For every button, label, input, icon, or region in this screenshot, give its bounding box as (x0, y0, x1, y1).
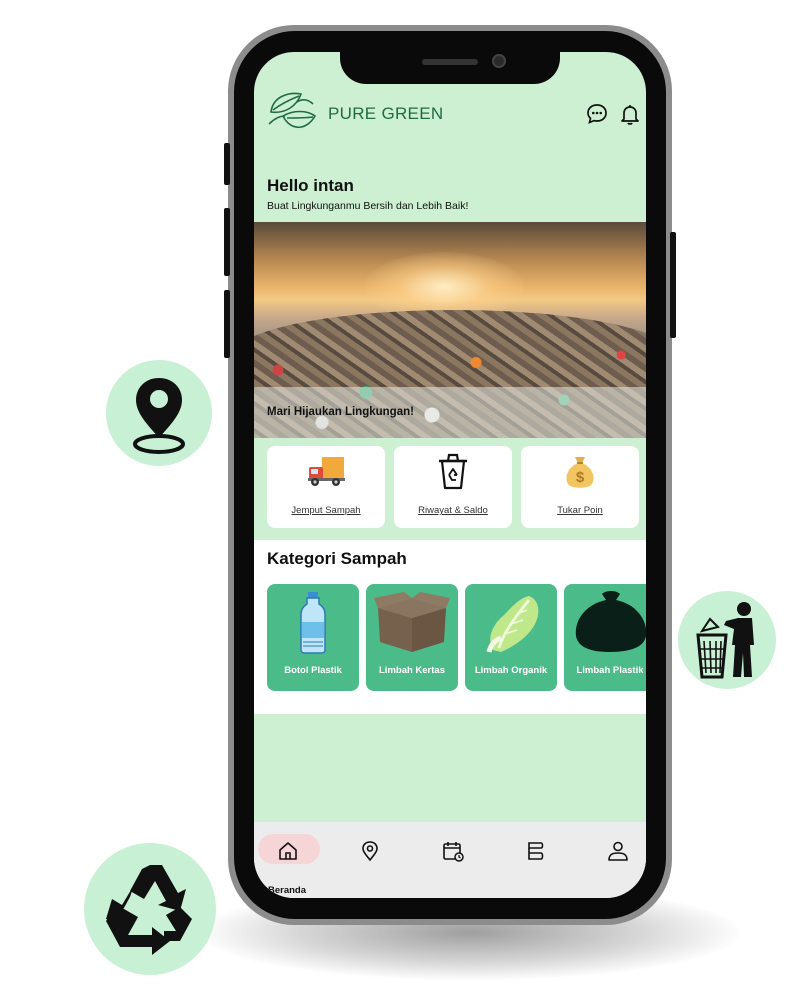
plastic-bottle-icon (300, 592, 326, 654)
category-limbah-plastik-label: Limbah Plastik (576, 665, 644, 676)
nav-beranda[interactable]: Beranda (260, 837, 316, 896)
cardboard-box-icon (374, 592, 450, 652)
volume-down-button (224, 290, 230, 358)
profile-icon (608, 841, 628, 861)
tukar-poin-label: Tukar Poin (557, 505, 603, 516)
category-botol-plastik[interactable]: Botol Plastik (267, 584, 359, 691)
jemput-sampah-label: Jemput Sampah (291, 505, 361, 516)
nav-profile[interactable] (590, 837, 646, 881)
chat-icon[interactable] (585, 102, 609, 126)
greeting-subtitle: Buat Lingkunganmu Bersih dan Lebih Baik! (267, 200, 469, 212)
calendar-icon (443, 842, 464, 862)
stack-icon (528, 842, 544, 860)
category-limbah-plastik[interactable]: Limbah Plastik (564, 584, 646, 691)
tukar-poin-button[interactable]: $ Tukar Poin (521, 446, 639, 528)
nav-schedule[interactable] (425, 837, 481, 881)
greeting-title: Hello intan (267, 176, 354, 195)
category-limbah-kertas-label: Limbah Kertas (379, 665, 445, 676)
recycle-badge (84, 843, 216, 975)
brand-name: PURE GREEN (328, 104, 444, 123)
trash-bag-icon (575, 591, 646, 652)
bell-icon[interactable] (618, 102, 642, 126)
phone-speaker (422, 59, 478, 65)
banner-caption: Mari Hijaukan Lingkungan! (267, 406, 414, 418)
mute-switch (224, 143, 230, 185)
recycle-icon (106, 865, 192, 955)
phone-camera (492, 54, 506, 68)
category-botol-plastik-label: Botol Plastik (284, 665, 342, 676)
trash-disposal-icon (696, 602, 754, 679)
riwayat-saldo-label: Riwayat & Saldo (418, 505, 488, 516)
nav-beranda-label: Beranda (268, 885, 307, 896)
power-button (670, 232, 676, 338)
volume-up-button (224, 208, 230, 276)
trash-disposal-badge (678, 591, 776, 689)
app-screen: PURE GREEN Hello intan Buat Lingkunganmu… (254, 52, 646, 898)
bottom-nav: Beranda (254, 822, 646, 898)
category-limbah-kertas[interactable]: Limbah Kertas (366, 584, 458, 691)
recycle-bin-icon (439, 453, 467, 490)
location-icon (362, 841, 378, 862)
map-pin-icon (133, 378, 185, 454)
categories-title: Kategori Sampah (267, 549, 407, 568)
leaf-logo-icon (268, 92, 317, 129)
nav-stack[interactable] (508, 837, 564, 881)
nav-location[interactable] (342, 837, 398, 881)
money-bag-icon: $ (566, 457, 594, 488)
truck-icon (308, 457, 345, 486)
category-limbah-organik[interactable]: Limbah Organik (465, 584, 557, 691)
category-limbah-organik-label: Limbah Organik (474, 665, 548, 676)
promo-banner[interactable]: Mari Hijaukan Lingkungan! (254, 222, 646, 438)
riwayat-saldo-button[interactable]: Riwayat & Saldo (394, 446, 512, 528)
map-pin-badge (106, 360, 212, 466)
home-icon (279, 842, 297, 860)
cabbage-icon (486, 596, 539, 653)
jemput-sampah-button[interactable]: Jemput Sampah (267, 446, 385, 528)
svg-text:$: $ (576, 469, 585, 486)
